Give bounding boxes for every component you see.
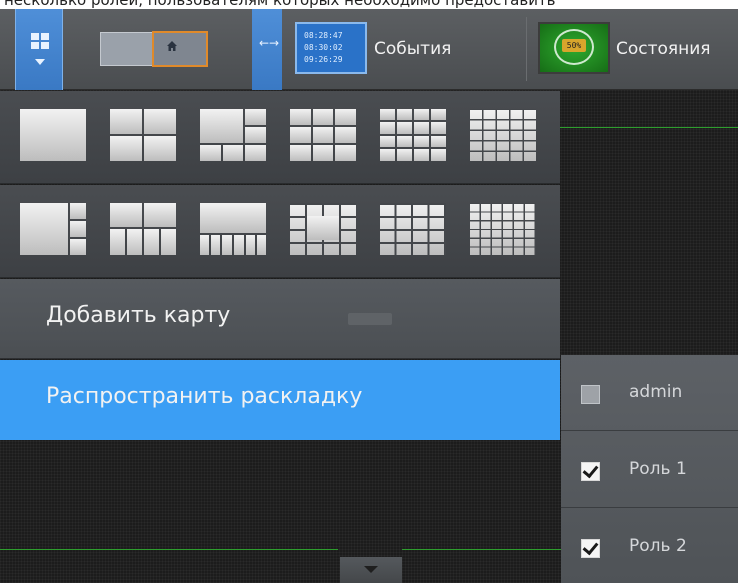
layout-1x1[interactable] bbox=[20, 109, 86, 161]
layout-1-plus-3[interactable] bbox=[20, 203, 86, 255]
document-caption: несколько ролей, пользователям которых н… bbox=[0, 0, 738, 9]
map-preview bbox=[100, 32, 156, 66]
top-toolbar: ←→ 08:28:47 08:30:02 09:26:29 События 50… bbox=[0, 9, 738, 90]
layout-4x4[interactable] bbox=[380, 109, 446, 161]
role-item-admin[interactable]: admin bbox=[561, 355, 738, 431]
role-checkbox-role-1[interactable] bbox=[581, 462, 600, 481]
role-label: Роль 1 bbox=[629, 459, 687, 479]
events-label[interactable]: События bbox=[374, 39, 451, 59]
event-time-2: 08:30:02 bbox=[304, 43, 343, 52]
events-button[interactable]: 08:28:47 08:30:02 09:26:29 bbox=[295, 22, 367, 74]
add-map-label: Добавить карту bbox=[46, 303, 231, 328]
event-time-3: 09:26:29 bbox=[304, 55, 343, 64]
layouts-row-2 bbox=[0, 185, 560, 278]
chevron-down-icon bbox=[364, 566, 378, 573]
grid-line bbox=[560, 127, 738, 128]
layouts-menu-button[interactable] bbox=[15, 9, 63, 90]
layout-4x4-alt[interactable] bbox=[380, 203, 446, 255]
split-arrows-icon: ←→ bbox=[259, 36, 280, 50]
grid-line bbox=[402, 549, 562, 550]
role-checkbox-admin[interactable] bbox=[581, 385, 600, 404]
caption-text: несколько ролей, пользователям которых н… bbox=[4, 0, 556, 9]
layout-1-plus-5[interactable] bbox=[200, 109, 266, 161]
layout-3x3[interactable] bbox=[290, 109, 356, 161]
chevron-down-icon bbox=[35, 59, 45, 65]
states-percent: 50% bbox=[562, 39, 586, 52]
states-label[interactable]: Состояния bbox=[616, 39, 711, 59]
add-map-menu-item[interactable]: Добавить карту bbox=[0, 279, 560, 359]
toolbar-divider bbox=[526, 17, 527, 81]
share-layout-menu-item[interactable]: Распространить раскладку bbox=[0, 360, 560, 440]
role-label: admin bbox=[629, 382, 683, 402]
role-item-role-1[interactable]: Роль 1 bbox=[561, 432, 738, 508]
states-button[interactable]: 50% bbox=[538, 22, 610, 74]
layout-wide-plus-6[interactable] bbox=[200, 203, 266, 255]
layout-2-plus-4[interactable] bbox=[110, 203, 176, 255]
layouts-row-1 bbox=[0, 91, 560, 184]
share-layout-label: Распространить раскладку bbox=[46, 384, 363, 409]
event-time-1: 08:28:47 bbox=[304, 31, 343, 40]
home-icon bbox=[167, 41, 177, 51]
layout-2x2[interactable] bbox=[110, 109, 176, 161]
map-shortcut-icon bbox=[348, 313, 392, 325]
role-label: Роль 2 bbox=[629, 536, 687, 556]
grid-line bbox=[0, 549, 338, 550]
layout-center-plus-8[interactable] bbox=[290, 203, 356, 255]
split-panel-button[interactable]: ←→ bbox=[252, 9, 282, 90]
role-checkbox-role-2[interactable] bbox=[581, 539, 600, 558]
grid-icon bbox=[31, 33, 49, 49]
layout-5x5[interactable] bbox=[470, 109, 536, 161]
map-selection-frame bbox=[152, 31, 208, 67]
role-item-role-2[interactable]: Роль 2 bbox=[561, 509, 738, 583]
scroll-down-button[interactable] bbox=[340, 557, 402, 583]
roles-submenu: admin Роль 1 Роль 2 bbox=[561, 355, 738, 583]
app-window: ←→ 08:28:47 08:30:02 09:26:29 События 50… bbox=[0, 9, 738, 583]
map-button[interactable] bbox=[100, 31, 210, 67]
layout-6x6[interactable] bbox=[470, 203, 536, 255]
